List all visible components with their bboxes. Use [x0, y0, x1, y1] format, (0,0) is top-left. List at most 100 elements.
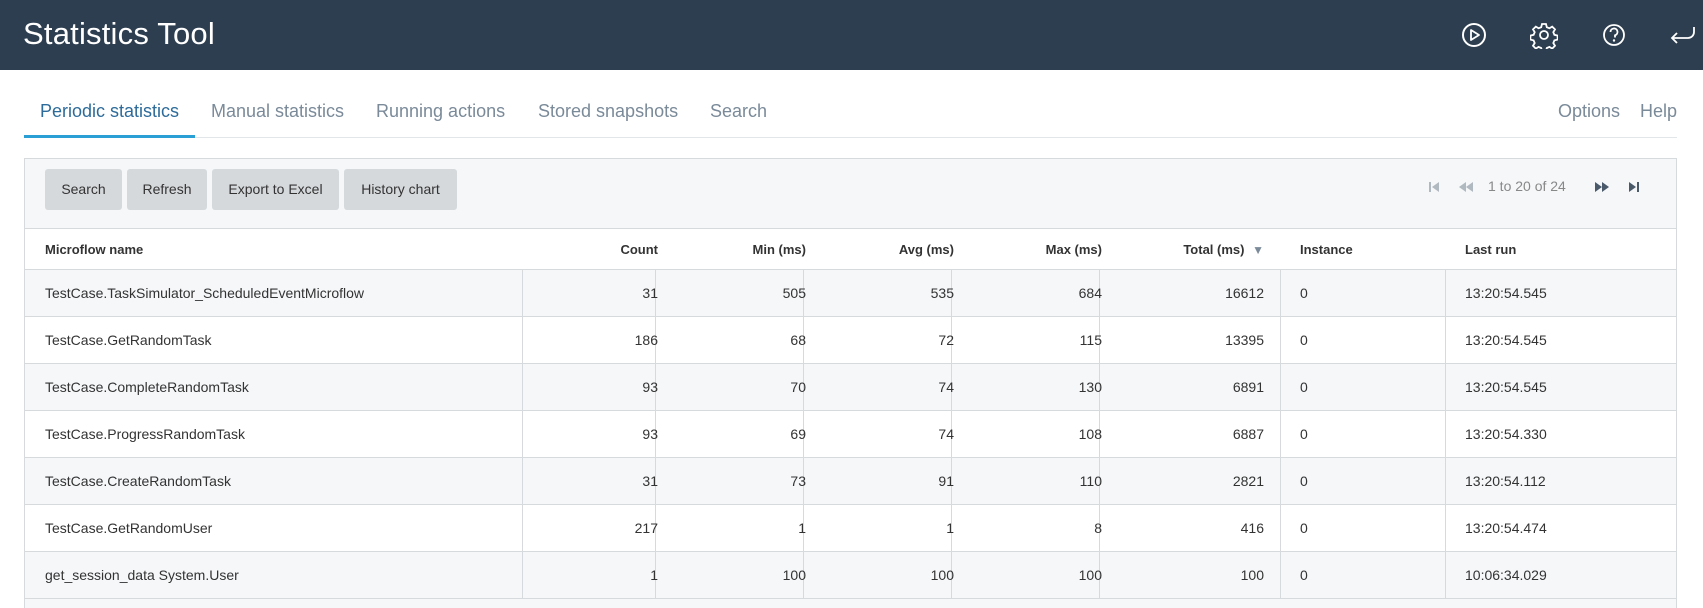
cell-total: 100 — [1240, 567, 1264, 583]
table-row[interactable]: TestCase.ProgressRandomTask 93 69 74 108 6887… — [25, 411, 1676, 458]
statistics-panel: Search Refresh Export to Excel History c… — [24, 158, 1677, 608]
cell-instance: 0 — [1300, 285, 1308, 301]
active-tab-indicator — [24, 135, 195, 138]
table-row[interactable]: TestCase.GetRandomTask 186 68 72 115 13395 0 13… — [25, 317, 1676, 364]
tab-options[interactable]: Options — [1558, 101, 1620, 122]
cell-count: 1 — [650, 567, 658, 583]
cell-last-run: 13:20:54.330 — [1465, 426, 1547, 442]
column-divider — [1445, 270, 1446, 317]
cell-min: 73 — [790, 473, 806, 489]
cell-instance: 0 — [1300, 473, 1308, 489]
cell-microflow-name: TestCase.ProgressRandomTask — [45, 426, 245, 442]
cell-min: 100 — [782, 567, 806, 583]
cell-total: 6891 — [1232, 379, 1264, 395]
cell-max: 8 — [1094, 520, 1102, 536]
cell-microflow-name: TestCase.CompleteRandomTask — [45, 379, 249, 395]
column-divider — [522, 411, 523, 458]
table-row[interactable]: TestCase.TaskSimulator_ScheduledEventMic… — [25, 270, 1676, 317]
cell-microflow-name: get_session_data System.User — [45, 567, 239, 583]
first-page-icon[interactable] — [1426, 179, 1442, 195]
cell-count: 31 — [642, 473, 658, 489]
column-header-instance[interactable]: Instance — [1300, 242, 1353, 257]
cell-count: 93 — [642, 426, 658, 442]
cell-total: 16612 — [1225, 285, 1264, 301]
cell-max: 110 — [1079, 473, 1102, 489]
cell-instance: 0 — [1300, 520, 1308, 536]
column-divider — [1280, 364, 1281, 411]
column-header-total[interactable]: Total (ms) ▼ — [1183, 242, 1264, 257]
tab-help[interactable]: Help — [1640, 101, 1677, 122]
cell-microflow-name: TestCase.CreateRandomTask — [45, 473, 231, 489]
column-divider — [522, 552, 523, 599]
tab-manual-statistics[interactable]: Manual statistics — [211, 101, 344, 122]
last-page-icon[interactable] — [1626, 179, 1642, 195]
table-row[interactable]: TestCase.GetRandomUser 217 1 1 8 416 0 13:20:54… — [25, 505, 1676, 552]
top-bar: Statistics Tool — [0, 0, 1703, 70]
tab-stored-snapshots[interactable]: Stored snapshots — [538, 101, 678, 122]
play-circle-icon[interactable] — [1460, 21, 1488, 49]
cell-count: 93 — [642, 379, 658, 395]
cell-microflow-name: TestCase.TaskSimulator_ScheduledEventMic… — [45, 285, 365, 301]
cell-max: 100 — [1078, 567, 1102, 583]
column-divider — [522, 270, 523, 317]
tab-periodic-statistics[interactable]: Periodic statistics — [40, 101, 179, 122]
cell-max: 130 — [1078, 379, 1102, 395]
column-divider — [1445, 458, 1446, 505]
cell-last-run: 13:20:54.545 — [1465, 285, 1547, 301]
cell-count: 31 — [642, 285, 658, 301]
column-header-last-run[interactable]: Last run — [1465, 242, 1516, 257]
cell-count: 217 — [634, 520, 658, 536]
cell-max: 684 — [1078, 285, 1102, 301]
column-divider — [1280, 317, 1281, 364]
refresh-button[interactable]: Refresh — [127, 169, 207, 210]
table-row[interactable]: TestCase.CompleteRandomTask 93 70 74 130 6891… — [25, 364, 1676, 411]
cell-instance: 0 — [1300, 379, 1308, 395]
gear-icon[interactable] — [1530, 21, 1558, 49]
history-chart-button[interactable]: History chart — [344, 169, 457, 210]
cell-last-run: 13:20:54.545 — [1465, 332, 1547, 348]
next-page-icon[interactable] — [1594, 179, 1610, 195]
pager-range-text: 1 to 20 of 24 — [1488, 178, 1566, 194]
column-divider — [522, 364, 523, 411]
cell-microflow-name: TestCase.GetRandomTask — [45, 332, 212, 348]
cell-avg: 100 — [930, 567, 954, 583]
cell-min: 70 — [790, 379, 806, 395]
previous-page-icon[interactable] — [1458, 179, 1474, 195]
app-title: Statistics Tool — [23, 16, 215, 51]
help-circle-icon[interactable] — [1600, 21, 1628, 49]
cell-min: 1 — [798, 520, 806, 536]
export-to-excel-button[interactable]: Export to Excel — [212, 169, 339, 210]
column-header-avg[interactable]: Avg (ms) — [899, 242, 954, 257]
cell-avg: 74 — [938, 379, 954, 395]
table-row[interactable]: get_session_data System.User 1 100 100 100 10… — [25, 552, 1676, 599]
cell-last-run: 13:20:54.474 — [1465, 520, 1547, 536]
tab-running-actions[interactable]: Running actions — [376, 101, 505, 122]
tab-bar: Periodic statistics Manual statistics Ru… — [24, 70, 1677, 138]
cell-instance: 0 — [1300, 567, 1308, 583]
table-row[interactable]: TestCase.CreateRandomTask 31 73 91 110 2821 0 1… — [25, 458, 1676, 505]
column-divider — [522, 505, 523, 552]
cell-avg: 1 — [946, 520, 954, 536]
cell-last-run: 10:06:34.029 — [1465, 567, 1547, 583]
cell-last-run: 13:20:54.545 — [1465, 379, 1547, 395]
cell-instance: 0 — [1300, 332, 1308, 348]
search-button[interactable]: Search — [45, 169, 122, 210]
toolbar: Search Refresh Export to Excel History c… — [25, 159, 1676, 229]
column-divider — [1280, 270, 1281, 317]
cell-avg: 91 — [938, 473, 954, 489]
tab-search[interactable]: Search — [710, 101, 767, 122]
column-divider — [1280, 552, 1281, 599]
column-header-min[interactable]: Min (ms) — [753, 242, 806, 257]
column-divider — [1445, 364, 1446, 411]
column-header-count[interactable]: Count — [620, 242, 658, 257]
cell-total: 6887 — [1232, 426, 1264, 442]
return-arrow-icon[interactable] — [1668, 21, 1696, 49]
column-divider — [1445, 552, 1446, 599]
cell-total: 2821 — [1232, 473, 1264, 489]
cell-total: 416 — [1240, 520, 1264, 536]
column-divider — [1280, 505, 1281, 552]
column-header-max[interactable]: Max (ms) — [1046, 242, 1102, 257]
column-divider — [1445, 317, 1446, 364]
column-header-microflow-name[interactable]: Microflow name — [45, 242, 143, 257]
column-divider — [1445, 505, 1446, 552]
